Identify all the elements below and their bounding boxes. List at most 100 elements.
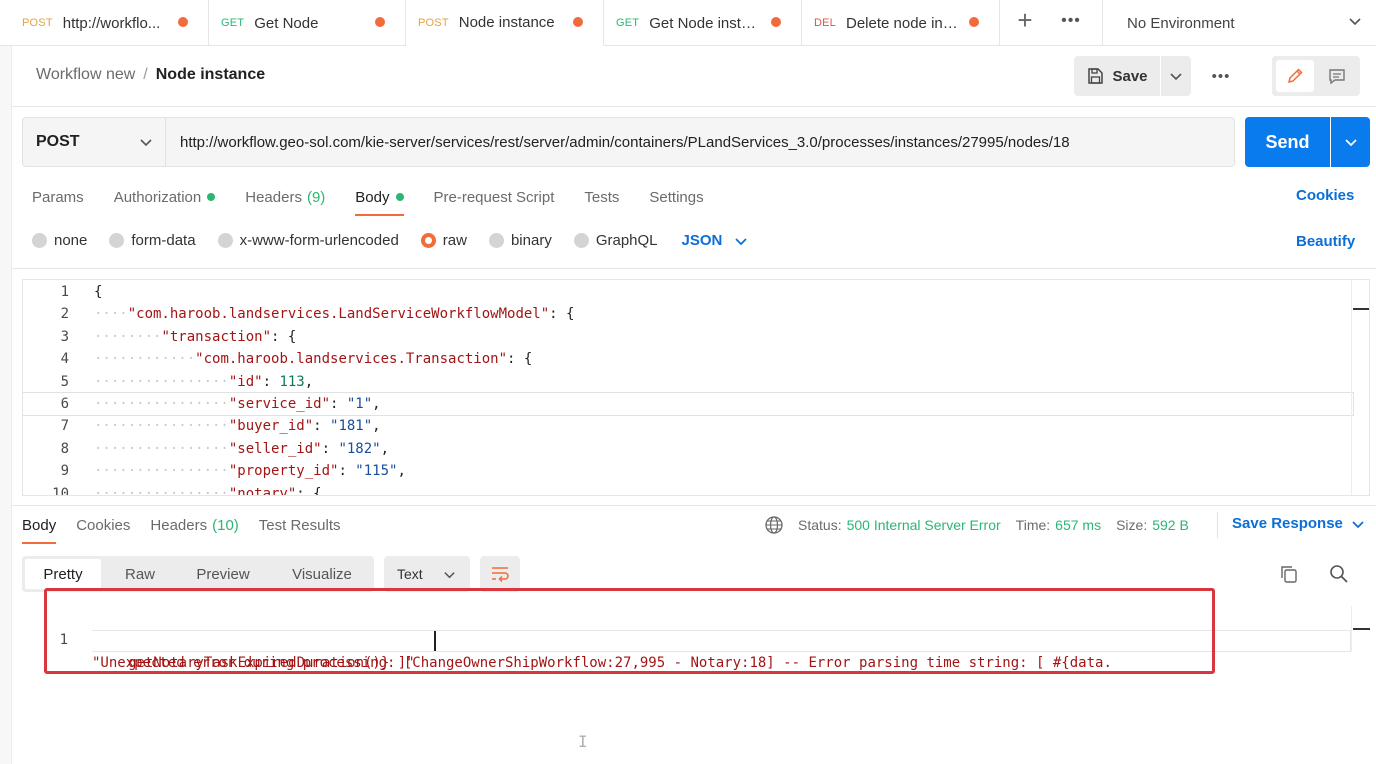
chevron-down-icon <box>1170 73 1182 81</box>
edit-mode-pencil-icon[interactable] <box>1276 60 1314 92</box>
search-icon[interactable] <box>1328 563 1350 589</box>
copy-icon[interactable] <box>1278 563 1300 589</box>
globe-icon[interactable] <box>764 515 784 535</box>
size-value[interactable]: 592 B <box>1152 517 1189 533</box>
breadcrumb-request-name[interactable]: Node instance <box>156 66 265 84</box>
scrollbar-thumb[interactable] <box>1353 308 1369 310</box>
save-button[interactable]: Save <box>1074 56 1160 96</box>
time-value[interactable]: 657 ms <box>1055 517 1101 533</box>
line-number: 4 <box>60 351 69 368</box>
editor-line[interactable]: 2 ····"com.haroob.landservices.LandServic… <box>23 303 1353 325</box>
tab-body[interactable]: Body <box>355 186 404 216</box>
body-type-urlencoded-radio[interactable]: x-www-form-urlencoded <box>217 232 399 249</box>
editor-line[interactable]: 8 ················"seller_id": "182", <box>23 438 1353 460</box>
request-url-input[interactable]: http://workflow.geo-sol.com/kie-server/s… <box>166 117 1235 167</box>
tab-authorization[interactable]: Authorization <box>114 186 216 208</box>
save-icon <box>1088 68 1104 84</box>
editor-line[interactable]: 5 ················"id": 113, <box>23 371 1353 393</box>
tab-title: Node instance <box>458 14 555 31</box>
code-text: { <box>94 284 103 300</box>
environment-label: No Environment <box>1127 14 1235 32</box>
http-method-value: POST <box>36 133 80 150</box>
environment-selector[interactable]: No Environment <box>1102 0 1376 46</box>
editor-line[interactable]: 10 ················"notary": { <box>23 483 1353 496</box>
line-number: 1 <box>60 284 69 300</box>
http-method-select[interactable]: POST <box>22 117 166 167</box>
radio-label: binary <box>510 232 552 249</box>
status-value[interactable]: 500 Internal Server Error <box>847 517 1001 533</box>
body-type-selector: none form-data x-www-form-urlencoded raw… <box>32 232 748 249</box>
response-scrollbar[interactable] <box>1351 606 1370 651</box>
radio-label: raw <box>442 232 467 249</box>
scrollbar-thumb[interactable] <box>1353 628 1370 630</box>
tab-params[interactable]: Params <box>32 186 84 208</box>
send-button[interactable]: Send <box>1245 117 1330 167</box>
tab-tests[interactable]: Tests <box>584 186 619 208</box>
editor-line[interactable]: 4 ············"com.haroob.landservices.Tr… <box>23 348 1353 370</box>
more-actions-icon[interactable]: ••• <box>1206 56 1236 96</box>
tab-title: Delete node ins... <box>846 14 962 32</box>
body-type-graphql-radio[interactable]: GraphQL <box>573 232 658 249</box>
tab-method-label: GET <box>616 17 640 29</box>
view-tab-preview[interactable]: Preview <box>178 556 268 592</box>
request-tab-1[interactable]: POST http://workflo... <box>10 0 209 46</box>
tab-overflow-more-icon[interactable]: ••• <box>1056 0 1086 42</box>
response-format-select[interactable]: Text <box>384 556 470 592</box>
headers-count: (9) <box>306 188 326 206</box>
body-type-form-data-radio[interactable]: form-data <box>109 232 196 249</box>
code-text: ····"com.haroob.landservices.LandService… <box>94 306 575 323</box>
view-tab-visualize[interactable]: Visualize <box>274 556 370 592</box>
raw-language-select[interactable]: JSON <box>682 232 749 249</box>
editor-scrollbar[interactable] <box>1351 280 1369 495</box>
body-type-binary-radio[interactable]: binary <box>488 232 552 249</box>
request-url-text: http://workflow.geo-sol.com/kie-server/s… <box>180 133 1070 151</box>
divider <box>12 106 1376 107</box>
tab-label: Test Results <box>258 516 341 534</box>
line-number: 6 <box>60 396 69 412</box>
cookies-link[interactable]: Cookies <box>1296 187 1354 204</box>
line-number: 2 <box>60 306 69 323</box>
chevron-down-icon <box>140 139 152 147</box>
view-tab-raw[interactable]: Raw <box>104 556 176 592</box>
response-tab-body[interactable]: Body <box>22 514 57 544</box>
unsaved-indicator <box>375 17 385 27</box>
active-indicator-dot <box>395 193 404 201</box>
beautify-link[interactable]: Beautify <box>1296 233 1355 250</box>
tab-headers[interactable]: Headers (9) <box>245 186 325 208</box>
body-type-raw-radio[interactable]: raw <box>420 232 467 249</box>
tab-label: Headers <box>245 188 302 206</box>
editor-line[interactable]: 7 ················"buyer_id": "181", <box>23 415 1353 437</box>
request-tab-3-active[interactable]: POST Node instance <box>406 0 604 46</box>
divider <box>12 505 1376 506</box>
tab-settings[interactable]: Settings <box>649 186 703 208</box>
view-tab-pretty[interactable]: Pretty <box>22 556 104 592</box>
body-type-none-radio[interactable]: none <box>32 232 87 249</box>
editor-line[interactable]: 3 ········"transaction": { <box>23 326 1353 348</box>
editor-line[interactable]: 9 ················"property_id": "115", <box>23 460 1353 482</box>
editor-line[interactable]: 6 ················"service_id": "1", <box>23 392 1354 416</box>
unsaved-indicator <box>178 17 188 27</box>
response-tab-test-results[interactable]: Test Results <box>259 514 341 536</box>
wrap-lines-icon[interactable] <box>480 556 520 592</box>
divider <box>12 268 1376 269</box>
breadcrumb-collection[interactable]: Workflow new <box>36 66 135 84</box>
code-text: ················"notary": { <box>94 485 322 496</box>
request-body-editor[interactable]: 1{2 ····"com.haroob.landservices.LandServ… <box>22 279 1370 496</box>
editor-line[interactable]: 1{ <box>23 281 1353 303</box>
request-tab-5[interactable]: DEL Delete node ins... <box>802 0 1000 46</box>
comments-icon[interactable] <box>1318 60 1356 92</box>
new-tab-plus-icon[interactable]: + <box>1010 0 1040 42</box>
chevron-down-icon <box>1349 18 1361 26</box>
send-options-dropdown[interactable] <box>1331 117 1370 167</box>
response-tab-headers[interactable]: Headers (10) <box>150 514 238 536</box>
response-tab-cookies[interactable]: Cookies <box>76 514 130 536</box>
request-tab-4[interactable]: GET Get Node insta... <box>604 0 802 46</box>
radio-circle <box>109 233 125 248</box>
tab-pre-request-script[interactable]: Pre-request Script <box>434 186 555 208</box>
save-options-dropdown[interactable] <box>1161 56 1191 96</box>
code-text: ················"property_id": "115", <box>94 463 406 480</box>
request-tab-2[interactable]: GET Get Node <box>209 0 406 46</box>
save-response-button[interactable]: Save Response <box>1232 515 1365 532</box>
breadcrumb-separator: / <box>143 66 148 83</box>
size-label: Size: <box>1116 517 1148 533</box>
